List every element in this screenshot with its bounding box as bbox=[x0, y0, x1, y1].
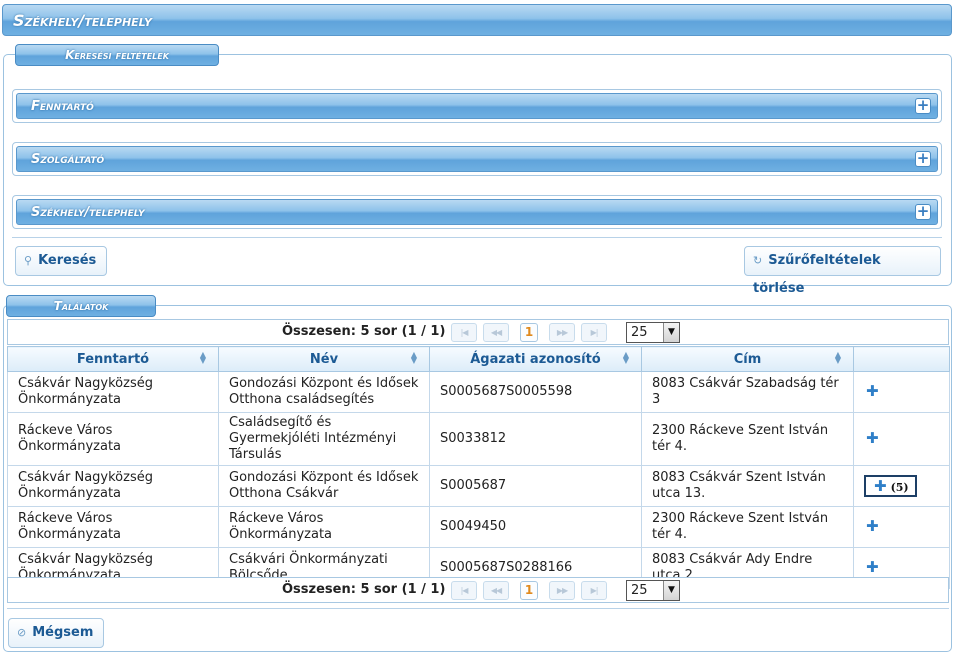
plus-icon[interactable]: + bbox=[915, 98, 931, 114]
search-panel-legend: Keresési feltételek bbox=[15, 44, 219, 66]
column-header-fenntarto[interactable]: Fenntartó ▲ ▼ bbox=[7, 346, 219, 372]
page-title: Székhely/telephely bbox=[2, 4, 952, 36]
next-page-button[interactable]: ▶▶ bbox=[549, 323, 575, 342]
divider bbox=[7, 608, 949, 609]
szolgaltato-section[interactable]: Szolgáltató + bbox=[12, 142, 942, 176]
next-page-button[interactable]: ▶▶ bbox=[549, 581, 575, 600]
column-label: Fenntartó bbox=[76, 351, 150, 367]
szekhely-section-header[interactable]: Székhely/telephely + bbox=[16, 199, 938, 225]
cell-actions: ✚ bbox=[853, 412, 950, 466]
table-row[interactable]: Ráckeve Város Önkormányzata Ráckeve Váro… bbox=[7, 506, 950, 548]
add-button-focused[interactable]: ✚ (5) bbox=[864, 475, 917, 497]
szolgaltato-section-header[interactable]: Szolgáltató + bbox=[16, 146, 938, 172]
cell-fenntarto: Csákvár Nagyközség Önkormányzata bbox=[7, 371, 219, 413]
szekhely-section[interactable]: Székhely/telephely + bbox=[12, 195, 942, 229]
current-page[interactable]: 1 bbox=[520, 581, 538, 600]
pager-top: Összesen: 5 sor (1 / 1) |◀ ◀◀ 1 ▶▶ ▶| 25… bbox=[7, 319, 949, 345]
column-header-nev[interactable]: Név ▲ ▼ bbox=[218, 346, 430, 372]
cell-actions: ✚ bbox=[853, 506, 950, 548]
first-page-button[interactable]: |◀ bbox=[451, 581, 477, 600]
first-page-button[interactable]: |◀ bbox=[451, 323, 477, 342]
plus-icon[interactable]: ✚ bbox=[864, 429, 879, 447]
cell-azonosito: S0049450 bbox=[429, 506, 642, 548]
plus-icon[interactable]: ✚ bbox=[864, 517, 879, 535]
column-header-cim[interactable]: Cím ▲ ▼ bbox=[641, 346, 854, 372]
cell-fenntarto: Csákvár Nagyközség Önkormányzata bbox=[7, 465, 219, 507]
plus-icon[interactable]: + bbox=[915, 151, 931, 167]
current-page[interactable]: 1 bbox=[520, 323, 538, 342]
cell-nev: Ráckeve Város Önkormányzata bbox=[218, 506, 430, 548]
prev-page-button[interactable]: ◀◀ bbox=[483, 323, 509, 342]
cell-actions: ✚ (5) bbox=[853, 465, 950, 507]
plus-icon[interactable]: ✚ bbox=[864, 382, 879, 400]
page-size-value: 25 bbox=[631, 325, 648, 340]
last-page-button[interactable]: ▶| bbox=[581, 323, 607, 342]
plus-icon[interactable]: + bbox=[915, 204, 931, 220]
cancel-button-label: Mégsem bbox=[32, 625, 94, 640]
pager-bottom: Összesen: 5 sor (1 / 1) |◀ ◀◀ 1 ▶▶ ▶| 25… bbox=[7, 577, 949, 603]
section-label: Fenntartó bbox=[31, 99, 94, 114]
cell-fenntarto: Ráckeve Város Önkormányzata bbox=[7, 506, 219, 548]
clear-filters-label: Szűrőfeltételek törlése bbox=[753, 253, 881, 296]
table-row[interactable]: Csákvár Nagyközség Önkormányzata Gondozá… bbox=[7, 371, 950, 413]
pager-total: Összesen: 5 sor (1 / 1) bbox=[282, 582, 446, 597]
sort-icon[interactable]: ▲ ▼ bbox=[411, 351, 417, 365]
column-header-azonosito[interactable]: Ágazati azonosító ▲ ▼ bbox=[429, 346, 642, 372]
cell-actions: ✚ bbox=[853, 371, 950, 413]
magnifier-icon: ⚲ bbox=[24, 254, 33, 267]
cell-azonosito: S0005687S0005598 bbox=[429, 371, 642, 413]
cell-fenntarto: Ráckeve Város Önkormányzata bbox=[7, 412, 219, 466]
search-button[interactable]: ⚲ Keresés bbox=[15, 246, 107, 276]
chevron-down-icon[interactable]: ▼ bbox=[663, 581, 679, 600]
column-label: Ágazati azonosító bbox=[470, 351, 601, 367]
cell-nev: Családsegítő és Gyermekjóléti Intézményi… bbox=[218, 412, 430, 466]
table-row[interactable]: Csákvár Nagyközség Önkormányzata Gondozá… bbox=[7, 465, 950, 507]
section-label: Székhely/telephely bbox=[31, 205, 145, 220]
prev-page-button[interactable]: ◀◀ bbox=[483, 581, 509, 600]
cell-nev: Gondozási Központ és Idősek Otthona csal… bbox=[218, 371, 430, 413]
cell-cim: 2300 Ráckeve Szent István tér 4. bbox=[641, 506, 854, 548]
results-panel-legend: Találatok bbox=[6, 295, 156, 317]
cell-nev: Gondozási Központ és Idősek Otthona Csák… bbox=[218, 465, 430, 507]
cancel-button[interactable]: ⊘ Mégsem bbox=[8, 618, 104, 648]
plus-icon: ✚ bbox=[874, 477, 887, 495]
clear-filters-button[interactable]: ↻ Szűrőfeltételek törlése bbox=[744, 246, 941, 296]
chevron-down-icon[interactable]: ▼ bbox=[663, 323, 679, 342]
fenntarto-section-header[interactable]: Fenntartó + bbox=[16, 93, 938, 119]
count-badge: (5) bbox=[890, 481, 909, 494]
cell-azonosito: S0033812 bbox=[429, 412, 642, 466]
column-header-actions bbox=[853, 346, 950, 372]
pager-total: Összesen: 5 sor (1 / 1) bbox=[282, 324, 446, 339]
cancel-icon: ⊘ bbox=[17, 626, 27, 639]
page-size-value: 25 bbox=[631, 583, 648, 598]
table-row[interactable]: Ráckeve Város Önkormányzata Családsegítő… bbox=[7, 412, 950, 466]
cell-cim: 8083 Csákvár Szent István utca 13. bbox=[641, 465, 854, 507]
sort-icon[interactable]: ▲ ▼ bbox=[623, 351, 629, 365]
cell-cim: 8083 Csákvár Szabadság tér 3 bbox=[641, 371, 854, 413]
section-label: Szolgáltató bbox=[31, 152, 105, 167]
table-header-row: Fenntartó ▲ ▼ Név ▲ ▼ Ágazati azonosító ▲ ▼ Cí… bbox=[7, 346, 950, 372]
refresh-icon: ↻ bbox=[753, 254, 763, 267]
column-label: Név bbox=[309, 351, 339, 367]
cell-azonosito: S0005687 bbox=[429, 465, 642, 507]
page-size-select[interactable]: 25 ▼ bbox=[626, 580, 680, 601]
column-label: Cím bbox=[733, 351, 762, 367]
search-button-label: Keresés bbox=[38, 253, 97, 268]
page-size-select[interactable]: 25 ▼ bbox=[626, 322, 680, 343]
divider bbox=[12, 237, 942, 238]
cell-cim: 2300 Ráckeve Szent István tér 4. bbox=[641, 412, 854, 466]
fenntarto-section[interactable]: Fenntartó + bbox=[12, 89, 942, 123]
sort-icon[interactable]: ▲ ▼ bbox=[200, 351, 206, 365]
last-page-button[interactable]: ▶| bbox=[581, 581, 607, 600]
plus-icon[interactable]: ✚ bbox=[864, 558, 879, 576]
sort-icon[interactable]: ▲ ▼ bbox=[835, 351, 841, 365]
results-table: Fenntartó ▲ ▼ Név ▲ ▼ Ágazati azonosító ▲ ▼ Cí… bbox=[7, 346, 950, 589]
